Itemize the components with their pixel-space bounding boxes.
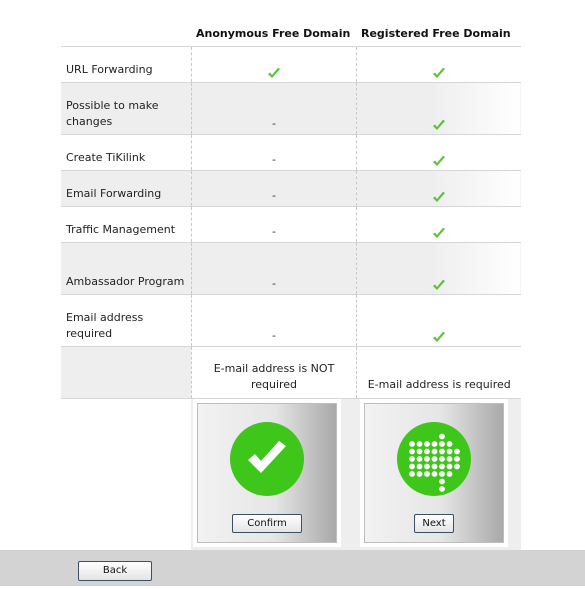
comparison-table: Anonymous Free Domain Registered Free Do… xyxy=(61,0,521,560)
footer-bar: Back xyxy=(0,550,585,586)
registered-value xyxy=(355,206,521,243)
check-icon xyxy=(433,227,446,238)
table-row: Ambassador Program - xyxy=(61,242,521,295)
free-domain-comparison-page: Anonymous Free Domain Registered Free Do… xyxy=(0,0,585,589)
anonymous-column-header: Anonymous Free Domain xyxy=(196,27,351,40)
check-icon xyxy=(433,155,446,166)
feature-column-header xyxy=(61,0,191,47)
anonymous-value: - xyxy=(190,134,356,171)
actions-spacer xyxy=(61,398,191,560)
check-icon xyxy=(433,279,446,290)
check-icon xyxy=(433,119,446,130)
anonymous-value: - xyxy=(190,170,356,207)
feature-label: Email address required xyxy=(61,294,191,347)
registered-value xyxy=(355,46,521,83)
registered-value xyxy=(355,242,521,295)
back-button[interactable]: Back xyxy=(78,561,152,581)
registered-action-cell: Next xyxy=(356,398,521,560)
registered-value xyxy=(355,294,521,347)
email-requirement-row: E-mail address is NOT required E-mail ad… xyxy=(61,346,521,399)
table-row: Traffic Management - xyxy=(61,206,521,243)
check-icon xyxy=(268,67,280,78)
next-button[interactable]: Next xyxy=(414,514,454,533)
registered-column-header: Registered Free Domain xyxy=(361,27,511,40)
check-icon xyxy=(433,67,446,78)
anonymous-value: - xyxy=(190,82,356,135)
registered-value xyxy=(355,134,521,171)
email-requirement-label xyxy=(61,346,191,399)
dash-value: - xyxy=(272,189,276,202)
anonymous-value xyxy=(190,46,356,83)
registered-value xyxy=(355,170,521,207)
anonymous-email-note: E-mail address is NOT required xyxy=(190,346,356,399)
table-row: Email address required - xyxy=(61,294,521,347)
table-row: URL Forwarding xyxy=(61,46,521,83)
anonymous-action-cell: Confirm xyxy=(191,398,356,560)
feature-label: Traffic Management xyxy=(61,206,191,243)
table-row: Create TiKilink - xyxy=(61,134,521,171)
check-icon xyxy=(433,191,446,202)
actions-row: Confirm Next xyxy=(61,398,521,560)
anonymous-value: - xyxy=(190,206,356,243)
arrow-dots-circle-icon xyxy=(397,422,471,496)
table-row: Possible to make changes - xyxy=(61,82,521,135)
next-card: Next xyxy=(360,399,508,547)
check-icon xyxy=(433,331,446,342)
confirm-button[interactable]: Confirm xyxy=(232,514,302,533)
feature-label: Email Forwarding xyxy=(61,170,191,207)
anonymous-value: - xyxy=(190,242,356,295)
anonymous-value: - xyxy=(190,294,356,347)
check-circle-icon xyxy=(230,422,304,496)
table-row: Email Forwarding - xyxy=(61,170,521,207)
dash-value: - xyxy=(272,117,276,130)
dash-value: - xyxy=(272,225,276,238)
feature-label: Create TiKilink xyxy=(61,134,191,171)
dash-value: - xyxy=(272,277,276,290)
registered-email-note: E-mail address is required xyxy=(355,346,521,399)
feature-label: Possible to make changes xyxy=(61,82,191,135)
dash-value: - xyxy=(272,153,276,166)
table-header-row: Anonymous Free Domain Registered Free Do… xyxy=(61,0,521,47)
feature-label: URL Forwarding xyxy=(61,46,191,83)
feature-label: Ambassador Program xyxy=(61,242,191,295)
registered-value xyxy=(355,82,521,135)
dash-value: - xyxy=(272,329,276,342)
confirm-card: Confirm xyxy=(193,399,341,547)
